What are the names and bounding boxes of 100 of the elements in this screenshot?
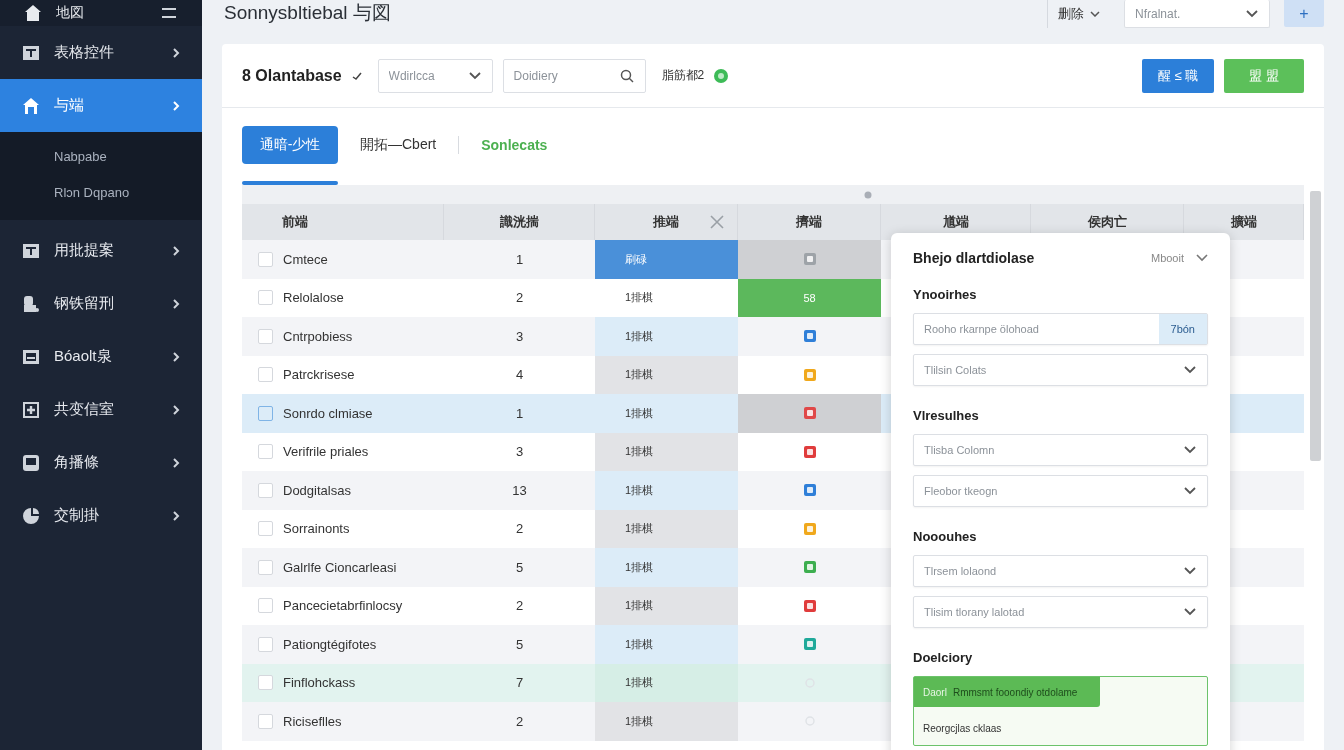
submenu-item[interactable]: Nabpabe <box>0 138 202 174</box>
select-field[interactable]: Tlisim tlorany lalotad <box>913 596 1208 628</box>
table-cell-text: 4 <box>514 366 525 385</box>
row-checkbox[interactable] <box>258 598 273 614</box>
nav-item[interactable]: 钢铁留刑 <box>0 277 202 330</box>
row-checkbox[interactable] <box>258 482 273 498</box>
status-text: 脂筋都2 <box>661 67 705 84</box>
chevron-down-icon <box>1184 366 1196 374</box>
table-cell-text: 1排棋 <box>624 290 655 306</box>
grid-icon <box>22 241 40 260</box>
section-heading: Nooouhes <box>913 527 978 546</box>
select-field[interactable]: Nfɾalnat. <box>1124 0 1270 28</box>
select-field[interactable]: Tlilsin Colats <box>913 354 1208 386</box>
section-heading: Ynooirhes <box>913 285 978 304</box>
table-cell: 1排棋 <box>595 663 738 702</box>
row-checkbox[interactable] <box>258 251 273 267</box>
row-checkbox[interactable] <box>258 328 273 344</box>
table-cell: 1排棋 <box>595 355 738 394</box>
table-cell: Patrckrisese <box>283 367 355 383</box>
table-cell: Dodgitalsas <box>283 482 351 498</box>
add-button[interactable]: + <box>1284 0 1324 27</box>
menu-title: 地図 <box>56 4 84 22</box>
tab[interactable]: 通暗-少性 <box>242 126 338 164</box>
panel-title: Bhejo dlaɾtdiolase <box>913 250 1035 266</box>
check-icon <box>351 71 362 80</box>
tab[interactable]: 開拓—Cbert <box>360 126 437 164</box>
table-cell: Finflohckass <box>283 675 356 691</box>
nav-item[interactable]: 与端 <box>0 79 202 132</box>
action-button[interactable]: 醒 ≤ 職 <box>1142 58 1214 93</box>
table-cell-text: 2 <box>514 712 525 731</box>
select-field[interactable]: Tlisba Colomn <box>913 434 1208 466</box>
chevron-down-icon <box>1184 608 1196 616</box>
table-cell: Relolalose <box>283 290 344 306</box>
dot-icon <box>864 190 872 199</box>
table-cell-text: 3 <box>514 443 525 462</box>
person-icon <box>22 294 40 313</box>
nav-item[interactable]: 表格控件 <box>0 26 202 79</box>
table-cell: Sonrdo clmiase <box>283 405 373 421</box>
chevron-right-icon <box>172 457 180 468</box>
table-cell: Verifrile priales <box>283 444 369 460</box>
table-cell: 1排棋 <box>595 586 738 625</box>
table-cell-text: 1 <box>514 404 525 423</box>
row-checkbox[interactable] <box>258 521 273 537</box>
submenu-item[interactable]: Rlɔn Dqpano <box>0 174 202 210</box>
search-field[interactable]: Doidiery <box>502 58 646 93</box>
row-checkbox[interactable] <box>258 675 273 691</box>
table-cell-text: 2 <box>514 289 525 308</box>
status-badge: 58 <box>738 278 881 317</box>
table-cell: 1排棋 <box>595 509 738 548</box>
table-cell-text: 1 <box>514 250 525 269</box>
database-name: 8 Olantabase <box>242 66 342 85</box>
table-cell-text: 2 <box>514 520 525 539</box>
chevron-down-icon <box>1184 487 1196 495</box>
chevron-down-icon <box>1196 254 1208 262</box>
table-cell: 1排棋 <box>595 317 738 356</box>
table-cell: 1排棋 <box>595 471 738 510</box>
scrollbar-thumb[interactable] <box>1309 191 1321 461</box>
section-heading: Vlresulhes <box>913 406 980 425</box>
nav-item[interactable]: Bóaolt泉 <box>0 330 202 383</box>
table-cell-text: 5 <box>514 635 525 654</box>
nav-item[interactable]: 交制掛 <box>0 489 202 542</box>
row-checkbox[interactable] <box>258 405 273 421</box>
table-cell: Pancecietabrfinlocsy <box>283 598 403 614</box>
chevron-right-icon <box>172 100 180 111</box>
row-checkbox[interactable] <box>258 444 273 460</box>
row-checkbox[interactable] <box>258 559 273 575</box>
house-icon <box>22 96 40 115</box>
tag-label: Daorl <box>923 686 947 698</box>
grid-icon <box>22 43 40 62</box>
table-cell: Riciseflles <box>283 713 342 729</box>
chevron-down-icon <box>1090 11 1100 17</box>
table-cell: Galrlfe Cioncarleasi <box>283 559 397 575</box>
filter-dropdown[interactable]: 删除 <box>1047 0 1110 28</box>
plus-square-icon <box>22 400 40 419</box>
table-cell: Cntrpobiess <box>283 328 353 344</box>
search-icon <box>619 68 634 83</box>
chevron-right-icon <box>172 298 180 309</box>
table-cell: Pationgtégifotes <box>283 636 377 652</box>
nav-item[interactable]: 共变信室 <box>0 383 202 436</box>
select-field[interactable]: Fleobor tkeogn <box>913 475 1208 507</box>
row-checkbox[interactable] <box>258 713 273 729</box>
nav-item[interactable]: 用批提案 <box>0 224 202 277</box>
row-checkbox[interactable] <box>258 367 273 383</box>
table-cell-text: 13 <box>511 481 528 500</box>
select-field[interactable]: Tlrsem lolaond <box>913 555 1208 587</box>
table-cell: 1排棋 <box>595 432 738 471</box>
select-field[interactable]: Wdirlcca <box>377 58 493 93</box>
table-cell-text: 5 <box>514 558 525 577</box>
notice-text: Reorgcjlas cklaas <box>922 722 1003 734</box>
nav-item[interactable]: 角播條 <box>0 436 202 489</box>
chevron-right-icon <box>172 47 180 58</box>
chevron-right-icon <box>172 404 180 415</box>
chevron-down-icon <box>1246 10 1258 18</box>
chevron-down-icon <box>468 71 481 80</box>
chevron-right-icon <box>172 245 180 256</box>
row-checkbox[interactable] <box>258 290 273 306</box>
table-cell-text: 2 <box>514 597 525 616</box>
row-checkbox[interactable] <box>258 636 273 652</box>
card-icon <box>22 453 40 472</box>
mode-dropdown[interactable]: Mbooit <box>1150 252 1208 264</box>
